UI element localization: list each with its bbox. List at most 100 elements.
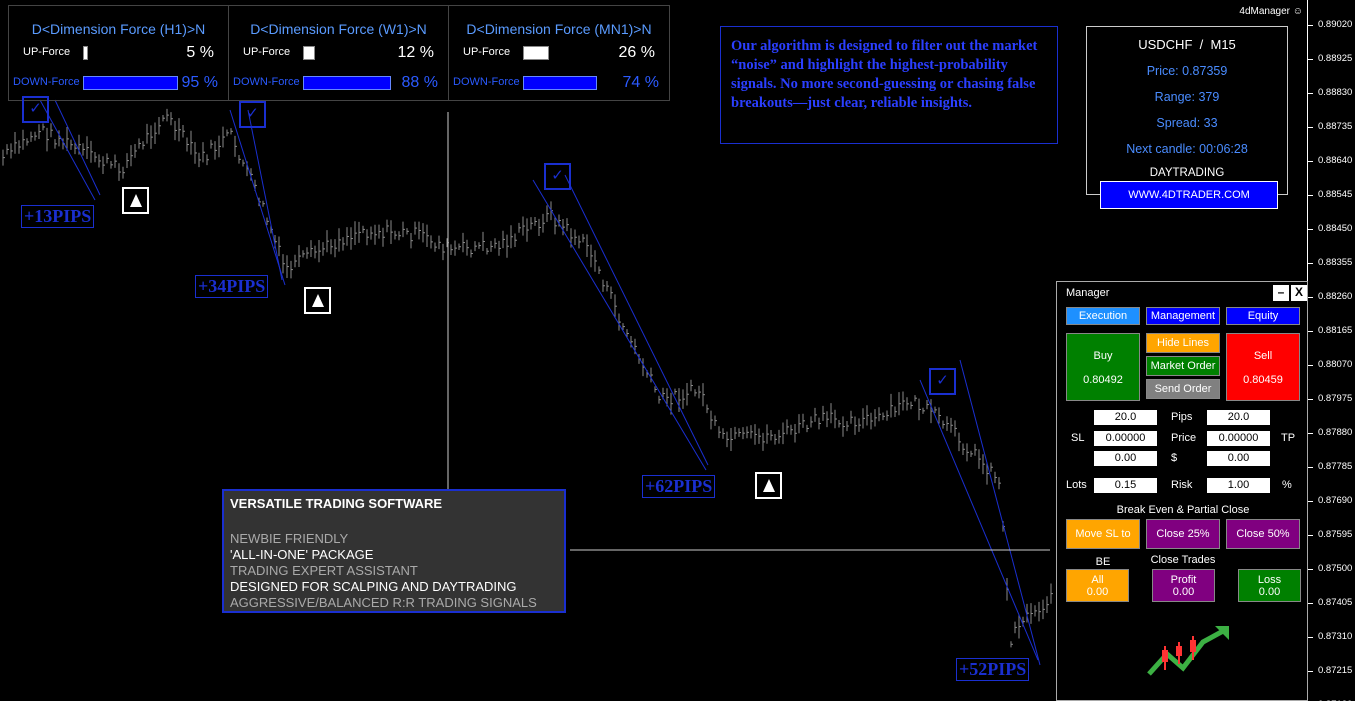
range-readout: Range: 379	[1154, 90, 1220, 104]
symbol-timeframe: USDCHF / M15	[1087, 37, 1287, 52]
sl-label: SL	[1071, 432, 1085, 444]
down-force-value: 88 %	[401, 74, 438, 91]
sell-signal-icon[interactable]: ✓	[544, 163, 571, 190]
sell-label: Sell	[1253, 350, 1273, 362]
profit-value: 0.00	[1172, 586, 1195, 598]
dollar-label: $	[1171, 452, 1178, 464]
down-force-value: 74 %	[622, 74, 659, 91]
minimize-button[interactable]: –	[1273, 285, 1289, 301]
tab-execution[interactable]: Execution	[1066, 307, 1140, 325]
buy-signal-icon[interactable]	[304, 287, 331, 314]
sl-pips-input[interactable]: 20.0	[1094, 410, 1157, 425]
smiley-icon: ☺	[1292, 6, 1303, 17]
force-h1: D<Dimension Force (H1)>N UP-Force 5 % DO…	[9, 6, 229, 100]
features-box: VERSATILE TRADING SOFTWARE NEWBIE FRIEND…	[222, 489, 566, 613]
close-25-button[interactable]: Close 25%	[1146, 519, 1220, 549]
close-button[interactable]: X	[1291, 285, 1307, 301]
timeframe: M15	[1210, 37, 1236, 52]
force-mn1: D<Dimension Force (MN1)>N UP-Force 26 % …	[449, 6, 669, 100]
risk-input[interactable]: 1.00	[1207, 478, 1270, 493]
price-tick-label: 0.88165	[1307, 325, 1353, 336]
price-tick-label: 0.87880	[1307, 427, 1353, 438]
sell-button[interactable]: Sell 0.80459	[1226, 333, 1300, 401]
tp-pips-input[interactable]: 20.0	[1207, 410, 1270, 425]
force-title: D<Dimension Force (MN1)>N	[466, 21, 652, 37]
close-all-button[interactable]: All 0.00	[1066, 569, 1129, 602]
up-force-bar	[83, 46, 88, 60]
feature-item: AGGRESSIVE/BALANCED R:R TRADING SIGNALS	[230, 595, 537, 610]
buy-button[interactable]: Buy 0.80492	[1066, 333, 1140, 401]
close-trades-section-title: Close Trades	[1150, 554, 1216, 566]
pips-label: +34PIPS	[195, 275, 269, 298]
pips-label: +52PIPS	[956, 658, 1030, 681]
brand-name: 4dManager	[1239, 6, 1290, 17]
hide-lines-button[interactable]: Hide Lines	[1146, 333, 1220, 353]
sl-money-input[interactable]: 0.00	[1094, 451, 1157, 466]
feature-item: 'ALL-IN-ONE' PACKAGE	[230, 547, 374, 562]
trend-line	[959, 359, 1041, 666]
price-tick-label: 0.87500	[1307, 563, 1353, 574]
buy-signal-icon[interactable]	[122, 187, 149, 214]
up-force-bar	[303, 46, 315, 60]
sell-signal-icon[interactable]: ✓	[22, 96, 49, 123]
lots-input[interactable]: 0.15	[1094, 478, 1157, 493]
price-tick-label: 0.88830	[1307, 87, 1353, 98]
tab-management[interactable]: Management	[1146, 307, 1220, 325]
pips-label: +13PIPS	[21, 205, 95, 228]
price-tick-label: 0.87785	[1307, 461, 1353, 472]
force-title: D<Dimension Force (H1)>N	[31, 21, 206, 37]
symbol: USDCHF	[1138, 37, 1193, 52]
sell-price: 0.80459	[1243, 374, 1283, 386]
features-heading: VERSATILE TRADING SOFTWARE	[230, 496, 443, 511]
pips-label: +62PIPS	[642, 475, 716, 498]
close-50-button[interactable]: Close 50%	[1226, 519, 1300, 549]
buy-signal-icon[interactable]	[755, 472, 782, 499]
feature-item: NEWBIE FRIENDLY	[230, 531, 349, 546]
sell-signal-icon[interactable]: ✓	[239, 101, 266, 128]
up-force-value: 26 %	[618, 44, 655, 61]
price-tick-label: 0.88545	[1307, 189, 1353, 200]
pips-label: Pips	[1171, 411, 1193, 423]
price-tick-label: 0.88925	[1307, 53, 1353, 64]
up-force-label: UP-Force	[243, 46, 291, 58]
symbol-info-box: USDCHF / M15 Price: 0.87359 Range: 379 S…	[1086, 26, 1288, 195]
price-tick-label: 0.89020	[1307, 19, 1353, 30]
force-title: D<Dimension Force (W1)>N	[250, 21, 427, 37]
4dtrader-logo-icon	[1147, 626, 1229, 676]
tp-label: TP	[1281, 432, 1296, 444]
spread-readout: Spread: 33	[1156, 116, 1218, 130]
move-sl-to-be-button[interactable]: Move SL to BE	[1066, 519, 1140, 568]
close-loss-button[interactable]: Loss 0.00	[1238, 569, 1301, 602]
all-value: 0.00	[1086, 586, 1109, 598]
trading-mode: DAYTRADING	[1149, 167, 1225, 179]
sell-signal-icon[interactable]: ✓	[929, 368, 956, 395]
price-tick-label: 0.88355	[1307, 257, 1353, 268]
send-order-button[interactable]: Send Order	[1146, 379, 1220, 399]
price-readout: Price: 0.87359	[1146, 64, 1228, 78]
price-tick-label: 0.87595	[1307, 529, 1353, 540]
force-w1: D<Dimension Force (W1)>N UP-Force 12 % D…	[229, 6, 449, 100]
break-even-section-title: Break Even & Partial Close	[1116, 504, 1250, 516]
buy-label: Buy	[1093, 350, 1113, 362]
tp-price-input[interactable]: 0.00000	[1207, 431, 1270, 446]
down-force-value: 95 %	[181, 74, 218, 91]
feature-item: TRADING EXPERT ASSISTANT	[230, 563, 418, 578]
price-axis: 0.89020 0.88925 0.88830 0.88735 0.88640 0.885…	[1307, 0, 1355, 701]
market-order-button[interactable]: Market Order	[1146, 356, 1220, 376]
next-candle-readout: Next candle: 00:06:28	[1126, 142, 1248, 156]
price-tick-label: 0.87405	[1307, 597, 1353, 608]
price-tick-label: 0.88450	[1307, 223, 1353, 234]
close-profit-button[interactable]: Profit 0.00	[1152, 569, 1215, 602]
website-button[interactable]: WWW.4DTRADER.COM	[1100, 181, 1278, 209]
tab-equity[interactable]: Equity	[1226, 307, 1300, 325]
down-force-bar	[83, 76, 178, 90]
up-force-bar	[523, 46, 549, 60]
percent-label: %	[1282, 479, 1292, 491]
sl-price-input[interactable]: 0.00000	[1094, 431, 1157, 446]
price-tick-label: 0.88260	[1307, 291, 1353, 302]
up-force-label: UP-Force	[463, 46, 511, 58]
price-tick-label: 0.88735	[1307, 121, 1353, 132]
price-tick-label: 0.87975	[1307, 393, 1353, 404]
tp-money-input[interactable]: 0.00	[1207, 451, 1270, 466]
loss-label: Loss	[1257, 574, 1282, 586]
